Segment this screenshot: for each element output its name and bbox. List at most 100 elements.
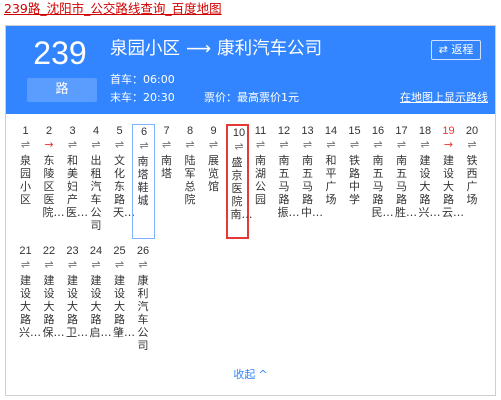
stop-name: 建设大路启…: [89, 274, 112, 339]
stop-name: 展览馆: [208, 154, 219, 193]
bus-stop[interactable]: 18 ⇌ 建设大路兴…: [414, 124, 441, 239]
stop-name: 南塔: [161, 154, 172, 180]
bus-stop[interactable]: 4 ⇌ 出租汽车公司: [85, 124, 108, 239]
bidirectional-icon: ⇌: [420, 138, 430, 151]
stop-number: 22: [42, 245, 56, 257]
stop-name: 建设大路兴…: [19, 274, 41, 339]
stop-name: 盛京医院南…: [230, 156, 253, 221]
bus-stop[interactable]: 12 ⇌ 南五马路振…: [273, 124, 300, 239]
bus-stop[interactable]: 5 ⇌ 文化东路天…: [108, 124, 135, 239]
bidirectional-icon: ⇌: [234, 140, 244, 153]
bus-stop[interactable]: 9 ⇌ 展览馆: [202, 124, 225, 239]
bidirectional-icon: ⇌: [20, 138, 31, 151]
collapse-button[interactable]: 收起 ^: [6, 366, 495, 384]
bus-stop[interactable]: 2 → 东陵区医院…: [38, 124, 65, 239]
stop-name: 南五马路胜…: [395, 154, 417, 219]
bus-stop[interactable]: 15 ⇌ 铁路中学: [343, 124, 366, 239]
bidirectional-icon: ⇌: [373, 138, 383, 151]
arrow-right-icon: ⟶: [186, 39, 212, 59]
stop-name: 建设大路兴…: [418, 154, 441, 219]
stop-row: 1 ⇌ 泉园小区 2 → 东陵区医院… 3 ⇌ 和美妇产医… 4 ⇌ 出租汽车公司 5 ⇌ 文化东路天… 6 ⇌…: [14, 120, 494, 240]
stop-number: 15: [348, 125, 361, 137]
arrow-right-icon: →: [44, 138, 54, 151]
stop-number: 18: [418, 125, 432, 137]
stop-number: 4: [92, 125, 100, 137]
stop-name: 康利汽车公司: [137, 274, 149, 352]
route-header: 239 路 泉园小区 ⟶ 康利汽车公司 ⇄ 返程 首车：06:00 末车：20:30…: [6, 26, 495, 114]
bidirectional-icon: ⇌: [279, 138, 289, 151]
bus-stop[interactable]: 7 ⇌ 南塔: [155, 124, 178, 239]
route-origin: 泉园小区: [110, 39, 180, 59]
bidirectional-icon: ⇌: [255, 138, 266, 151]
stop-name: 建设大路肇…: [113, 274, 135, 339]
stop-name: 南五马路民…: [371, 154, 394, 219]
route-unit-badge: 路: [27, 78, 97, 102]
stop-name: 铁路中学: [349, 154, 360, 206]
bidirectional-icon: ⇌: [20, 258, 31, 271]
bus-stop[interactable]: 26 ⇌ 康利汽车公司: [132, 244, 155, 359]
stop-name: 南湖公园: [255, 154, 266, 206]
bus-stop[interactable]: 8 ⇌ 陆军总院: [179, 124, 202, 239]
bidirectional-icon: ⇌: [139, 139, 149, 152]
stop-number: 14: [324, 125, 338, 137]
bus-stop[interactable]: 20 ⇌ 铁西广场: [461, 124, 484, 239]
page-title-link[interactable]: 239路_沈阳市_公交路线查询_百度地图: [4, 1, 222, 17]
bidirectional-icon: ⇌: [91, 138, 101, 151]
bidirectional-icon: ⇌: [326, 138, 336, 151]
chevron-up-icon: ^: [258, 368, 268, 381]
stop-number: 20: [465, 125, 479, 137]
stop-number: 9: [210, 125, 217, 137]
bus-stop[interactable]: 10 ⇌ 盛京医院南…: [225, 124, 253, 239]
stop-number: 12: [277, 125, 291, 137]
stop-number: 2: [45, 125, 53, 137]
stop-number: 11: [254, 125, 267, 137]
bus-stop[interactable]: 3 ⇌ 和美妇产医…: [61, 124, 88, 239]
bus-stop[interactable]: 19 → 建设大路云…: [437, 124, 464, 239]
stop-number: 21: [19, 245, 32, 257]
stop-name: 建设大路云…: [442, 154, 464, 219]
bus-stop[interactable]: 24 ⇌ 建设大路启…: [85, 244, 112, 359]
stop-name: 南塔鞋城: [137, 155, 149, 207]
route-title: 泉园小区 ⟶ 康利汽车公司: [110, 36, 322, 62]
bus-stop[interactable]: 6 ⇌ 南塔鞋城: [131, 124, 155, 239]
reverse-route-button[interactable]: ⇄ 返程: [431, 40, 481, 60]
stop-name: 南五马路振…: [277, 154, 300, 219]
stop-number: 6: [140, 126, 148, 138]
bidirectional-icon: ⇌: [349, 138, 360, 151]
stop-number: 23: [66, 245, 79, 257]
bus-stop[interactable]: 17 ⇌ 南五马路胜…: [390, 124, 417, 239]
bus-stop[interactable]: 1 ⇌ 泉园小区: [14, 124, 37, 239]
stop-name: 出租汽车公司: [90, 154, 102, 232]
stop-row: 21 ⇌ 建设大路兴… 22 ⇌ 建设大路保… 23 ⇌ 建设大路卫… 24 ⇌ 建设大路启… 25 ⇌ 建…: [14, 240, 494, 360]
show-on-map-link[interactable]: 在地图上显示路线: [400, 91, 488, 105]
bus-stop[interactable]: 22 ⇌ 建设大路保…: [38, 244, 65, 359]
bidirectional-icon: ⇌: [67, 258, 78, 271]
bidirectional-icon: ⇌: [114, 258, 125, 271]
bus-stop[interactable]: 16 ⇌ 南五马路民…: [367, 124, 394, 239]
bidirectional-icon: ⇌: [185, 138, 195, 151]
bidirectional-icon: ⇌: [114, 138, 125, 151]
last-bus-time: 末车：20:30: [110, 91, 175, 104]
stop-name: 东陵区医院…: [42, 154, 65, 219]
stop-name: 和平广场: [325, 154, 337, 206]
stop-number: 5: [116, 125, 123, 137]
bidirectional-icon: ⇌: [91, 258, 101, 271]
stop-name: 文化东路天…: [113, 154, 135, 219]
arrow-right-icon: →: [443, 138, 454, 151]
route-number: 239: [33, 35, 87, 71]
stop-number: 3: [69, 125, 76, 137]
bidirectional-icon: ⇌: [44, 258, 54, 271]
bidirectional-icon: ⇌: [161, 138, 172, 151]
bus-stop[interactable]: 25 ⇌ 建设大路肇…: [108, 244, 135, 359]
bidirectional-icon: ⇌: [302, 138, 313, 151]
stop-name: 建设大路卫…: [66, 274, 88, 339]
route-destination: 康利汽车公司: [217, 39, 323, 59]
stop-number: 8: [186, 125, 194, 137]
bus-stop[interactable]: 23 ⇌ 建设大路卫…: [61, 244, 88, 359]
bus-stop[interactable]: 13 ⇌ 南五马路中…: [296, 124, 323, 239]
stop-list: 1 ⇌ 泉园小区 2 → 东陵区医院… 3 ⇌ 和美妇产医… 4 ⇌ 出租汽车公司 5 ⇌ 文化东路天… 6 ⇌…: [14, 120, 494, 360]
bidirectional-icon: ⇌: [396, 138, 407, 151]
bus-stop[interactable]: 14 ⇌ 和平广场: [320, 124, 343, 239]
bus-stop[interactable]: 21 ⇌ 建设大路兴…: [14, 244, 41, 359]
bus-stop[interactable]: 11 ⇌ 南湖公园: [249, 124, 272, 239]
